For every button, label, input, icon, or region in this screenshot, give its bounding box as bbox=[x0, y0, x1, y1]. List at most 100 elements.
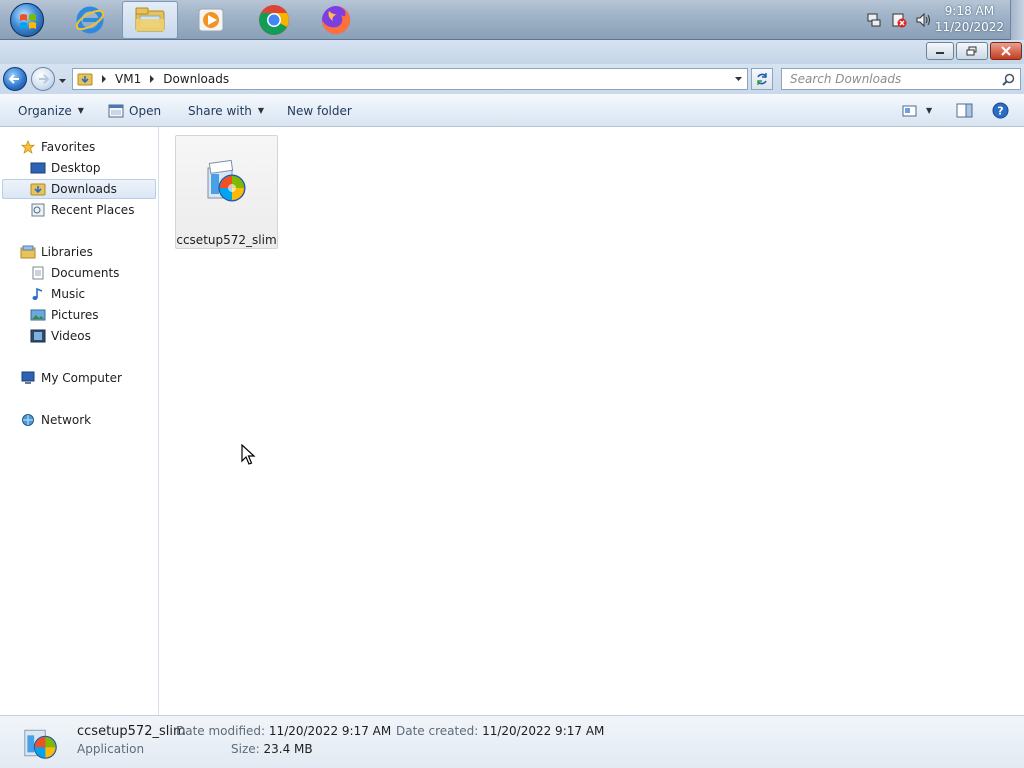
search-input[interactable]: Search Downloads bbox=[781, 68, 1021, 90]
nav-my-computer-label: My Computer bbox=[41, 371, 122, 385]
nav-item-recent-places[interactable]: Recent Places bbox=[0, 200, 158, 220]
date-created-value: 11/20/2022 9:17 AM bbox=[482, 724, 605, 738]
file-name: ccsetup572_slim bbox=[176, 233, 277, 247]
internet-explorer-icon bbox=[75, 6, 105, 34]
date-created-label: Date created: bbox=[396, 724, 479, 738]
forward-arrow-icon bbox=[39, 74, 50, 84]
address-history-dropdown[interactable] bbox=[734, 72, 743, 86]
clock[interactable]: 9:18 AM 11/20/2022 bbox=[935, 3, 1004, 35]
search-placeholder: Search Downloads bbox=[790, 72, 902, 86]
close-icon bbox=[1001, 46, 1011, 56]
address-bar[interactable]: VM1 Downloads bbox=[72, 68, 748, 90]
nav-item-label: Pictures bbox=[51, 308, 99, 322]
breadcrumb-downloads[interactable]: Downloads bbox=[163, 72, 229, 86]
restore-button[interactable] bbox=[956, 42, 988, 60]
mouse-cursor-icon bbox=[241, 444, 256, 465]
libraries-icon bbox=[20, 245, 36, 259]
date-modified-label: Date modified: bbox=[176, 724, 266, 738]
nav-libraries[interactable]: Libraries bbox=[0, 242, 158, 262]
computer-icon bbox=[21, 371, 35, 384]
chevron-down-icon bbox=[59, 79, 66, 83]
nav-item-label: Desktop bbox=[51, 161, 101, 175]
clock-time: 9:18 AM bbox=[944, 4, 995, 18]
open-label: Open bbox=[129, 103, 162, 118]
downloads-folder-icon bbox=[30, 183, 46, 196]
taskbar-media-player[interactable] bbox=[183, 1, 239, 39]
organize-button[interactable]: Organize ▼ bbox=[18, 94, 84, 127]
videos-icon bbox=[30, 329, 46, 343]
back-button[interactable] bbox=[3, 67, 27, 91]
details-pane: ccsetup572_slim Application Date modifie… bbox=[0, 715, 1024, 768]
pictures-icon bbox=[30, 309, 46, 321]
nav-item-documents[interactable]: Documents bbox=[0, 263, 158, 283]
size-value: 23.4 MB bbox=[263, 742, 313, 756]
action-center-alert-icon[interactable] bbox=[891, 12, 907, 28]
command-bar: Organize ▼ Open Share with ▼ New folder … bbox=[0, 94, 1024, 127]
breadcrumb-vm1[interactable]: VM1 bbox=[115, 72, 141, 86]
taskbar-internet-explorer[interactable] bbox=[62, 1, 118, 39]
taskbar: 9:18 AM 11/20/2022 bbox=[0, 0, 1024, 40]
refresh-button[interactable] bbox=[751, 68, 773, 90]
nav-favorites-label: Favorites bbox=[41, 140, 96, 154]
open-button[interactable]: Open bbox=[108, 94, 161, 127]
change-view-button[interactable] bbox=[902, 94, 918, 127]
nav-item-label: Downloads bbox=[51, 182, 117, 196]
nav-item-downloads[interactable]: Downloads bbox=[2, 179, 156, 199]
close-button[interactable] bbox=[990, 42, 1022, 60]
nav-item-label: Documents bbox=[51, 266, 120, 280]
nav-item-pictures[interactable]: Pictures bbox=[0, 305, 158, 325]
nav-item-desktop[interactable]: Desktop bbox=[0, 158, 158, 178]
details-file-name: ccsetup572_slim bbox=[77, 724, 186, 739]
date-modified-value: 11/20/2022 9:17 AM bbox=[268, 724, 392, 738]
star-icon bbox=[20, 140, 36, 154]
breadcrumb-separator-icon[interactable] bbox=[149, 75, 155, 83]
nav-item-label: Music bbox=[51, 287, 86, 301]
address-row: VM1 Downloads Search Downloads bbox=[0, 64, 1024, 94]
recent-pages-dropdown[interactable] bbox=[58, 74, 67, 88]
installer-app-icon bbox=[207, 159, 246, 202]
taskbar-windows-explorer[interactable] bbox=[122, 1, 178, 39]
nav-item-videos[interactable]: Videos bbox=[0, 326, 158, 346]
recent-places-icon bbox=[31, 203, 45, 217]
svg-text:?: ? bbox=[997, 105, 1003, 118]
nav-network[interactable]: Network bbox=[0, 410, 158, 430]
window-titlebar[interactable] bbox=[0, 40, 1024, 64]
help-icon: ? bbox=[992, 102, 1009, 119]
search-icon[interactable] bbox=[1002, 73, 1015, 86]
taskbar-firefox[interactable] bbox=[308, 1, 364, 39]
navigation-pane: Favorites Desktop Downloads Recent Place… bbox=[0, 127, 159, 715]
show-desktop-button[interactable] bbox=[1010, 0, 1024, 40]
clock-date: 11/20/2022 bbox=[934, 20, 1004, 34]
nav-favorites[interactable]: Favorites bbox=[0, 137, 158, 157]
restore-icon bbox=[966, 46, 977, 56]
network-icon bbox=[22, 414, 34, 426]
file-item[interactable]: ccsetup572_slim bbox=[175, 135, 278, 249]
minimize-icon bbox=[936, 52, 944, 54]
help-button[interactable]: ? bbox=[992, 94, 1009, 127]
file-list[interactable]: ccsetup572_slim bbox=[159, 127, 1024, 715]
nav-item-music[interactable]: Music bbox=[0, 284, 158, 304]
firefox-icon bbox=[322, 6, 350, 34]
windows-logo-icon bbox=[10, 3, 44, 37]
nav-network-label: Network bbox=[41, 413, 92, 427]
start-button[interactable] bbox=[2, 1, 52, 39]
organize-label: Organize bbox=[18, 103, 72, 118]
minimize-button[interactable] bbox=[926, 42, 954, 60]
back-arrow-icon bbox=[8, 74, 19, 84]
new-folder-button[interactable]: New folder bbox=[287, 94, 352, 127]
chevron-down-icon bbox=[735, 77, 742, 81]
desktop-icon bbox=[30, 162, 46, 174]
open-app-icon bbox=[108, 104, 124, 117]
nav-my-computer[interactable]: My Computer bbox=[0, 368, 158, 388]
view-options-dropdown[interactable]: ▼ bbox=[926, 94, 932, 127]
forward-button[interactable] bbox=[31, 67, 55, 91]
taskbar-chrome[interactable] bbox=[246, 1, 302, 39]
music-icon bbox=[32, 287, 43, 300]
volume-icon[interactable] bbox=[915, 12, 933, 28]
network-tray-icon[interactable] bbox=[866, 12, 882, 28]
preview-pane-button[interactable] bbox=[956, 94, 973, 127]
share-with-button[interactable]: Share with ▼ bbox=[188, 94, 264, 127]
size-label: Size: bbox=[231, 742, 260, 756]
details-file-type: Application bbox=[77, 742, 145, 756]
media-player-icon bbox=[198, 8, 224, 32]
